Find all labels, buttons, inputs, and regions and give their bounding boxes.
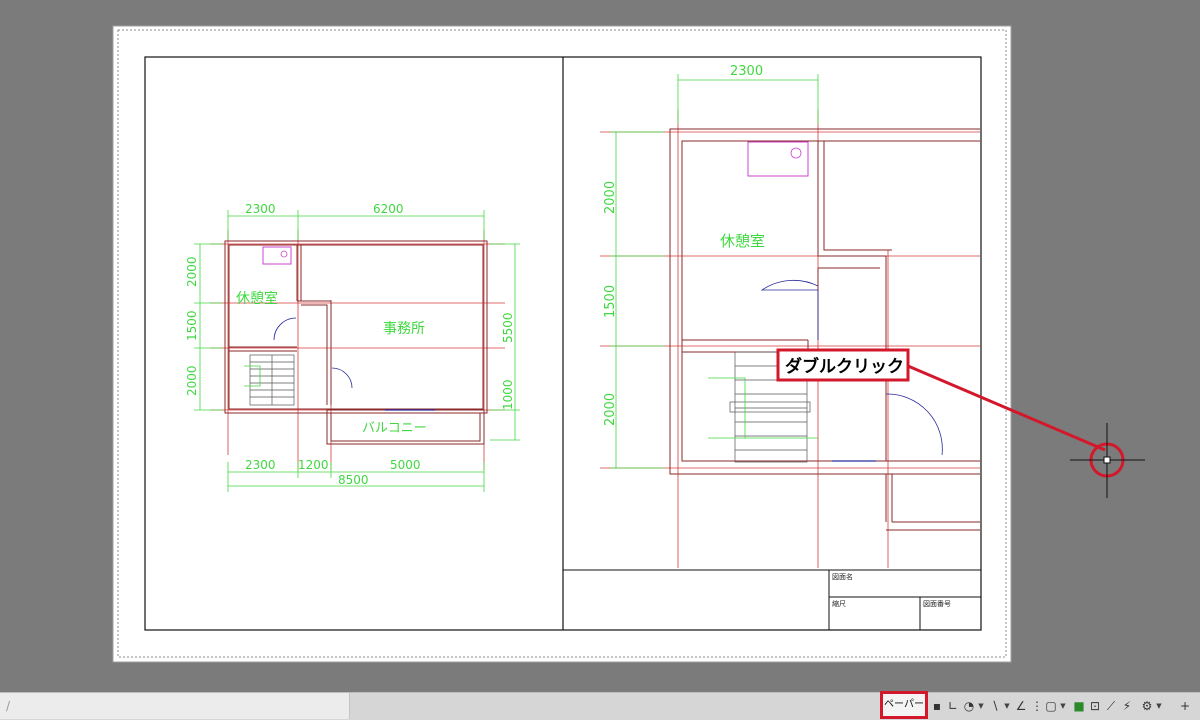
annotation-scale-icon[interactable]: ■ [1072, 697, 1086, 715]
dim-top-2: 6200 [373, 202, 404, 216]
title-block-scale: 縮尺 [832, 599, 846, 608]
room-label-office: 事務所 [383, 321, 425, 337]
ortho-icon[interactable]: ∟ [946, 697, 960, 715]
polar-dropdown-icon[interactable]: ▼ [978, 697, 984, 715]
command-line[interactable]: / [0, 693, 350, 719]
dynamic-ucs-icon[interactable]: ∠ [1014, 697, 1028, 715]
dim-bottom-2: 1200 [298, 458, 329, 472]
selection-cycle-icon[interactable]: ⋮ [1030, 697, 1044, 715]
dim-left-3: 2000 [185, 365, 199, 396]
dim-left-2: 1500 [185, 310, 199, 341]
polar-icon[interactable]: ◔ [962, 697, 976, 715]
status-bar: / ペーパー ▪ ∟ ◔ ▼ ∖ ▼ ∠ ⋮ ▢ ▼ ■ ⊡ ⟋ ⚡ ⚙ ▼ + [0, 691, 1200, 720]
title-block-name: 図面名 [832, 572, 853, 581]
lineweight-icon[interactable]: ⚡ [1120, 697, 1134, 715]
paper-sheet [112, 25, 1012, 663]
osnap-dropdown-icon[interactable]: ▼ [1004, 697, 1010, 715]
annotation-monitor-icon[interactable]: ⟋ [1104, 697, 1118, 715]
title-block-number: 図面番号 [923, 600, 951, 608]
room-label-balcony: バルコニー [362, 421, 427, 436]
layout-grid-icon[interactable]: ▪ [930, 697, 944, 715]
zoom-dim-top: 2300 [730, 64, 763, 79]
dim-total: 8500 [338, 473, 369, 487]
dim-bottom-1: 2300 [245, 458, 276, 472]
dim-top-1: 2300 [245, 202, 276, 216]
annotation-visibility-icon[interactable]: ▢ [1044, 697, 1058, 715]
settings-icon[interactable]: ⚙ [1140, 697, 1154, 715]
zoom-dim-left-3: 2000 [603, 393, 618, 426]
drawing-canvas[interactable]: 2300 6200 2000 1500 2000 5500 1000 2300 … [0, 0, 1200, 692]
dim-right-1: 5500 [501, 312, 515, 343]
paper-space-button[interactable]: ペーパー [880, 691, 928, 719]
callout-label: ダブルクリック [785, 356, 904, 377]
crosshair-cursor-icon [1070, 423, 1145, 498]
room-label-rest: 休憩室 [236, 290, 278, 307]
zoom-dim-left-1: 2000 [603, 181, 618, 214]
dim-bottom-3: 5000 [390, 458, 421, 472]
zoom-dim-left-2: 1500 [603, 285, 618, 318]
dim-left-1: 2000 [185, 256, 199, 287]
settings-dropdown-icon[interactable]: ▼ [1156, 697, 1162, 715]
osnap-track-icon[interactable]: ∖ [988, 697, 1002, 715]
customize-icon[interactable]: + [1178, 697, 1192, 715]
zoom-room-label-rest: 休憩室 [720, 232, 765, 250]
dim-right-2: 1000 [501, 379, 515, 410]
annotation-dropdown-icon[interactable]: ▼ [1060, 697, 1066, 715]
auto-scale-icon[interactable]: ⊡ [1088, 697, 1102, 715]
